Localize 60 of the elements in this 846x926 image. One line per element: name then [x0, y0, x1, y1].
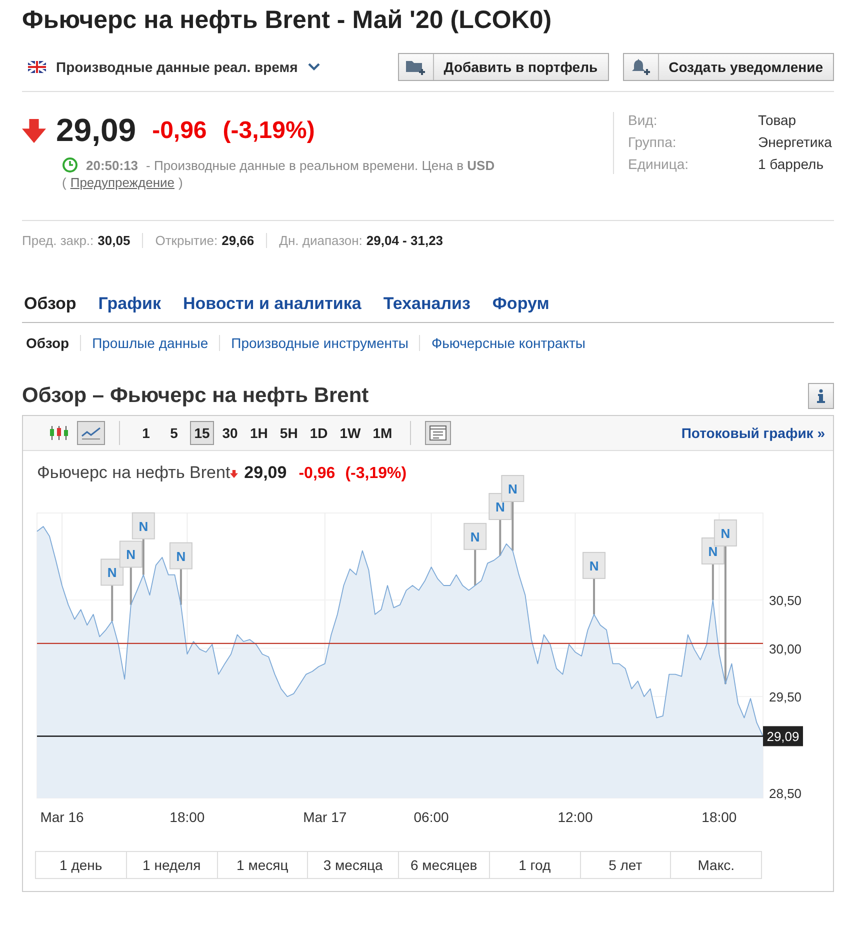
x-axis-label: 06:00 [414, 809, 449, 825]
y-axis-label: 29,50 [769, 690, 802, 705]
nav-tab[interactable]: Новости и аналитика [182, 294, 362, 314]
page-title: Фьючерс на нефть Brent - Май '20 (LCOK0) [22, 6, 553, 35]
create-alert-button[interactable]: Создать уведомление [622, 53, 834, 81]
stat-value: 29,66 [222, 233, 254, 248]
sub-tab[interactable]: Обзор [26, 335, 80, 351]
warning-link[interactable]: Предупреждение [70, 175, 174, 190]
x-axis-label: 12:00 [558, 809, 593, 825]
realtime-note: - Производные данные в реальном времени. Цена в USD [146, 158, 495, 172]
stat-label: Открытие: [155, 233, 218, 248]
interval-button[interactable]: 15 [190, 421, 214, 445]
stat-label: Пред. закр.: [22, 233, 94, 248]
nav-tab[interactable]: График [98, 294, 161, 314]
interval-button[interactable]: 1H [246, 421, 272, 445]
interval-button[interactable]: 1M [368, 421, 396, 445]
y-axis-label: 28,50 [769, 786, 802, 802]
x-axis-label: Mar 17 [303, 809, 347, 825]
ref-line-label: 29,09 [766, 729, 800, 744]
interval-button[interactable]: 30 [218, 421, 242, 445]
info-value: 1 баррель [758, 156, 825, 174]
legend-name: Фьючерс на нефть Brent [37, 463, 230, 483]
stat-value: 30,05 [98, 233, 130, 248]
legend-change-percent: (-3,19%) [345, 465, 407, 483]
info-label: Группа: [628, 134, 678, 152]
price-change: -0,96 [152, 116, 207, 144]
interval-button[interactable]: 1D [306, 421, 332, 445]
streaming-chart-link[interactable]: Потоковый график » [681, 425, 825, 441]
sub-tab[interactable]: Производные инструменты [219, 335, 420, 351]
sub-tab[interactable]: Прошлые данные [80, 335, 220, 351]
y-axis-label: 30,00 [769, 641, 802, 656]
sub-tab[interactable]: Фьючерсные контракты [419, 335, 596, 351]
price: 29,09 [56, 112, 136, 149]
x-axis-label: Mar 16 [40, 809, 84, 825]
stat-value: 29,04 - 31,23 [366, 233, 444, 248]
info-value: Энергетика [758, 134, 833, 152]
add-to-portfolio-button[interactable]: Добавить в портфель [398, 53, 609, 81]
bracket-text: ) [178, 175, 183, 190]
legend-change: -0,96 [298, 465, 336, 483]
info-label: Вид: [628, 112, 658, 130]
interval-button[interactable]: 1 [134, 421, 158, 445]
nav-tab[interactable]: Теханализ [383, 294, 470, 314]
data-source-dropdown[interactable]: Производные данные реал. время [28, 59, 320, 75]
y-axis-label: 30,50 [769, 592, 802, 608]
price-tag: 29,09 [763, 726, 803, 746]
interval-button[interactable]: 5H [276, 421, 302, 445]
nav-tab[interactable]: Обзор [24, 294, 76, 314]
info-value: Товар [758, 112, 798, 130]
nav-tab[interactable]: Форум [492, 294, 550, 314]
legend-price: 29,09 [244, 463, 287, 483]
info-label: Единица: [628, 156, 690, 174]
interval-button[interactable]: 1W [336, 421, 365, 445]
quote-time: 20:50:13 [86, 158, 138, 172]
stat-label: Дн. диапазон: [279, 233, 362, 248]
price-change-percent: (-3,19%) [222, 116, 315, 144]
bracket-text: ( [62, 175, 66, 190]
x-axis-label: 18:00 [702, 809, 737, 825]
x-axis-label: 18:00 [170, 809, 205, 825]
section-title: Обзор – Фьючерс на нефть Brent [22, 384, 369, 408]
interval-button[interactable]: 5 [162, 421, 186, 445]
